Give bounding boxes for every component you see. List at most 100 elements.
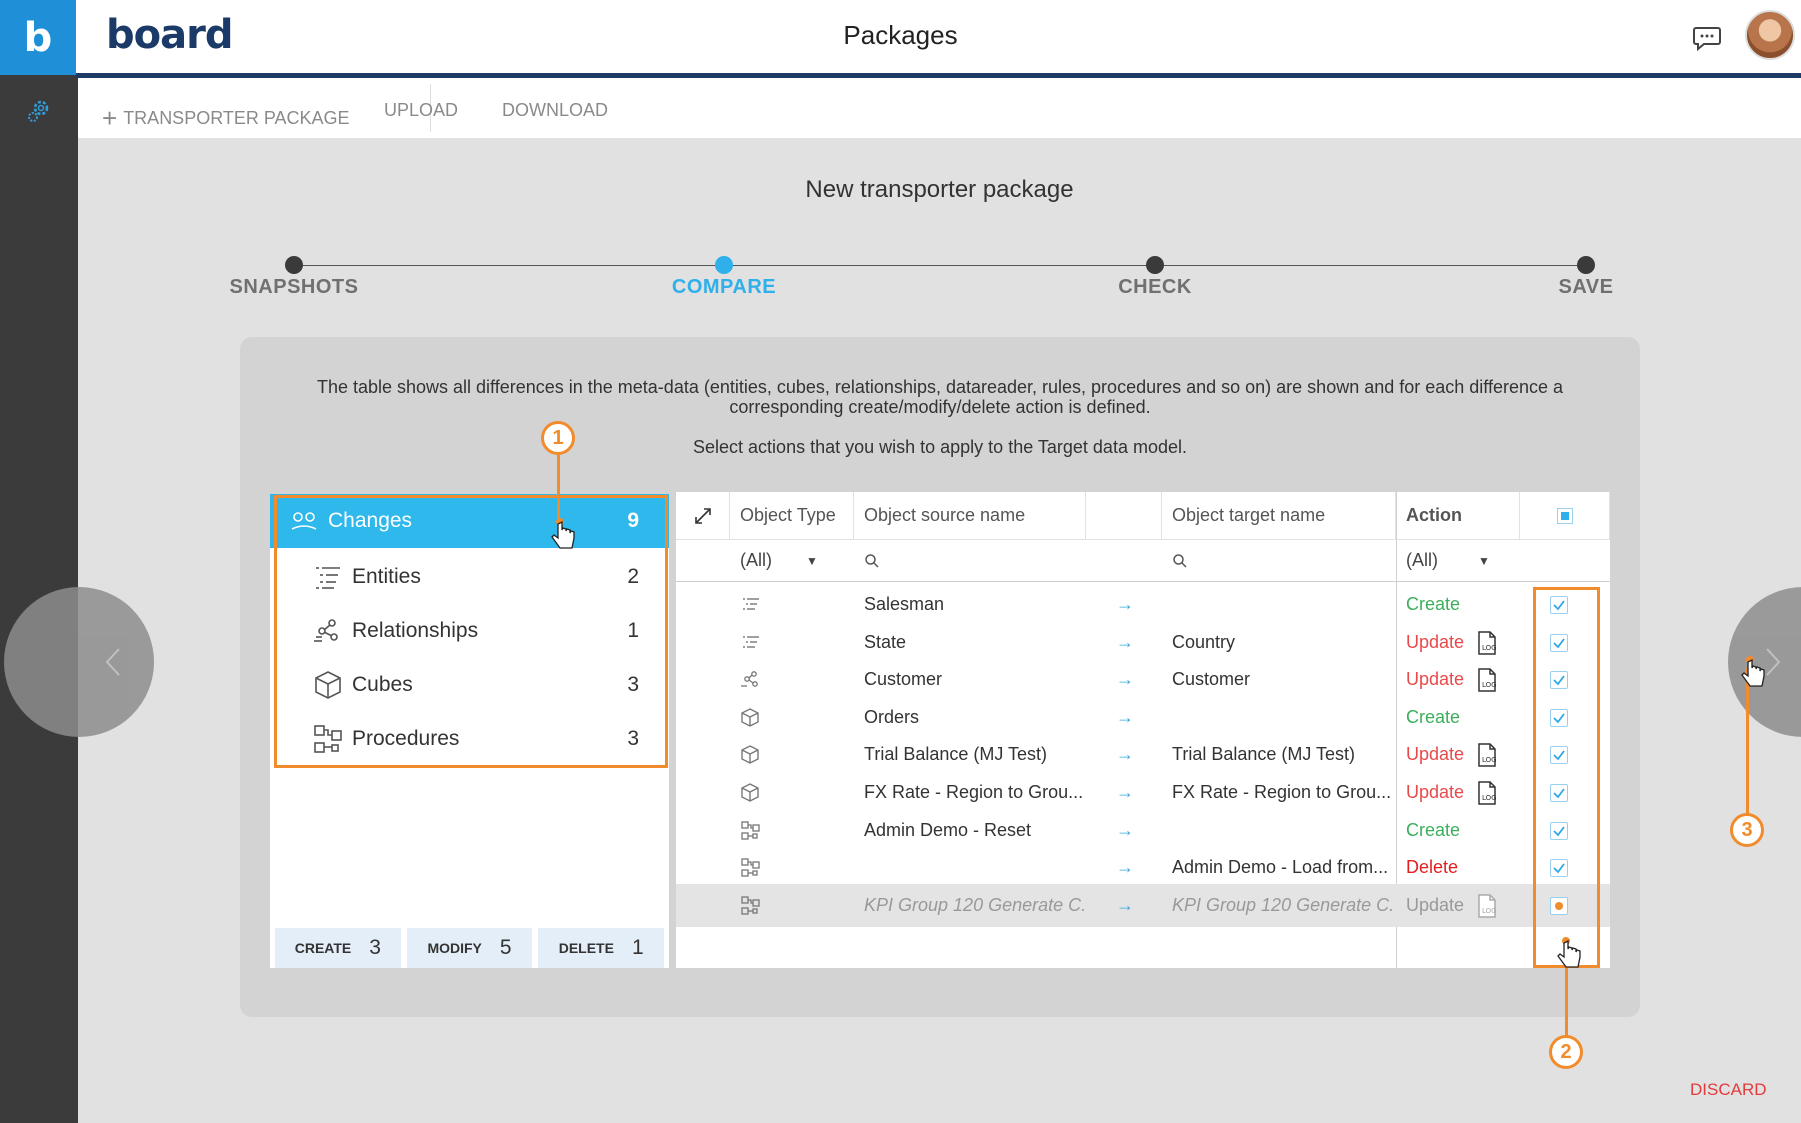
target-name-cell [1172,809,1392,852]
relationship-icon [741,671,758,688]
target-name-cell: Customer [1172,669,1251,690]
toolbar: + TRANSPORTER PACKAGE UPLOAD DOWNLOAD [78,78,1801,138]
table-row[interactable]: → Admin Demo - Load from... Delete [676,846,1610,889]
step-check[interactable]: CHECK [1055,276,1255,299]
step-dot-save[interactable] [1577,256,1595,274]
target-name-cell: Admin Demo - Load from... [1172,857,1389,878]
log-icon[interactable]: LOG [1476,781,1498,805]
source-name-cell: Orders [864,706,920,727]
source-name-cell: Salesman [864,594,945,614]
target-name-cell [1172,583,1392,626]
callout-line-2 [1565,968,1568,1038]
action-cell[interactable]: Update [1406,621,1476,664]
action-cell[interactable]: Create [1406,809,1476,852]
target-name-cell [1172,696,1392,739]
entity-icon [743,635,759,648]
entity-icon [743,598,759,610]
target-search[interactable] [1162,540,1396,582]
header-select-all[interactable] [1520,492,1610,540]
step-compare[interactable]: COMPARE [624,276,824,299]
avatar[interactable] [1745,10,1795,60]
svg-text:LOG: LOG [1482,756,1497,764]
svg-text:LOG: LOG [1482,907,1497,915]
procedure-icon [741,896,760,915]
arrow-right-icon: → [1116,744,1134,765]
discard-button[interactable]: DISCARD [1690,1080,1767,1100]
arrow-right-icon: → [1116,819,1134,840]
arrow-right-icon: → [1116,631,1134,652]
action-cell[interactable]: Update [1406,884,1476,927]
action-cell[interactable]: Delete [1406,846,1476,889]
action-cell[interactable]: Update [1406,658,1476,701]
source-name-cell: Trial Balance (MJ Test) [864,744,1048,765]
hand-cursor-icon [551,518,575,549]
page-title: Packages [843,20,958,50]
cube-icon [741,745,759,765]
hand-cursor-icon [1741,656,1765,687]
delete-summary: DELETE 1 [538,928,665,968]
prev-step-button[interactable] [4,587,154,737]
highlight-category-list [274,495,668,768]
arrow-right-icon: → [1116,894,1134,915]
log-icon[interactable]: LOG [1476,630,1498,655]
svg-text:LOG: LOG [1482,644,1497,652]
callout-badge-3: 3 [1730,813,1764,847]
log-icon[interactable]: LOG [1476,743,1498,768]
search-icon [865,553,879,568]
callout-badge-1: 1 [541,421,575,455]
action-filter[interactable]: (All) ▼ [1396,540,1520,582]
step-snapshots[interactable]: SNAPSHOTS [194,276,394,299]
table-row[interactable]: Orders → Create [676,696,1610,739]
create-summary: CREATE 3 [275,928,401,968]
table-row[interactable]: FX Rate - Region to Grou... → FX Rate - … [676,771,1610,814]
step-save[interactable]: SAVE [1486,276,1686,299]
type-filter[interactable]: (All) ▼ [730,540,854,582]
action-cell[interactable]: Create [1406,583,1476,626]
step-dot-snapshots[interactable] [285,256,303,274]
log-icon[interactable]: LOG [1476,668,1498,692]
select-all-checkbox[interactable] [1556,507,1573,524]
header-action[interactable]: Action [1396,492,1520,540]
step-dot-compare[interactable] [715,256,733,274]
source-name-cell: State [864,631,907,652]
table-row[interactable]: State → Country Update LOG [676,621,1610,664]
highlight-checkbox-column [1533,587,1600,968]
target-name-cell: KPI Group 120 Generate C... [1172,894,1392,915]
arrow-right-icon: → [1116,669,1134,690]
table-row[interactable]: Customer → Customer Update LOG [676,658,1610,701]
header-target-name[interactable]: Object target name [1162,492,1396,540]
svg-text:LOG: LOG [1482,794,1497,802]
header-source-name[interactable]: Object source name [854,492,1086,540]
expand-button[interactable] [676,492,730,540]
stepper-line [293,265,1586,266]
expand-icon [694,507,711,524]
table-row[interactable]: KPI Group 120 Generate C... → KPI Group … [676,883,1610,927]
source-search[interactable] [854,540,1162,582]
arrow-right-icon: → [1116,782,1134,802]
target-name-cell: Country [1172,631,1236,652]
new-transporter-package-button[interactable]: + TRANSPORTER PACKAGE [102,100,350,133]
upload-button[interactable]: UPLOAD [384,100,458,121]
action-cell[interactable]: Update [1406,733,1476,776]
sidebar: b [0,0,78,1123]
instruction-text: Select actions that you wish to apply to… [693,437,1187,457]
modify-summary: MODIFY 5 [406,928,533,968]
gear-icon[interactable] [24,96,54,126]
source-name-cell: Admin Demo - Reset [864,819,1032,840]
action-cell[interactable]: Update [1406,771,1476,814]
download-button[interactable]: DOWNLOAD [502,100,608,121]
step-dot-check[interactable] [1146,256,1164,274]
table-row[interactable]: Admin Demo - Reset → Create [676,809,1610,852]
chat-icon[interactable] [1692,24,1722,52]
header-object-type[interactable]: Object Type [730,492,854,540]
table-row[interactable]: Salesman → Create [676,583,1610,626]
cube-icon [741,783,759,802]
source-name-cell: KPI Group 120 Generate C... [864,894,1084,915]
summary-footer: CREATE 3 MODIFY 5 DELETE 1 [270,928,669,968]
svg-text:LOG: LOG [1482,681,1497,689]
log-icon[interactable]: LOG [1476,894,1498,918]
action-cell[interactable]: Create [1406,696,1476,739]
arrow-right-icon: → [1116,594,1134,614]
table-row[interactable]: Trial Balance (MJ Test) → Trial Balance … [676,733,1610,776]
source-name-cell [864,846,1084,889]
